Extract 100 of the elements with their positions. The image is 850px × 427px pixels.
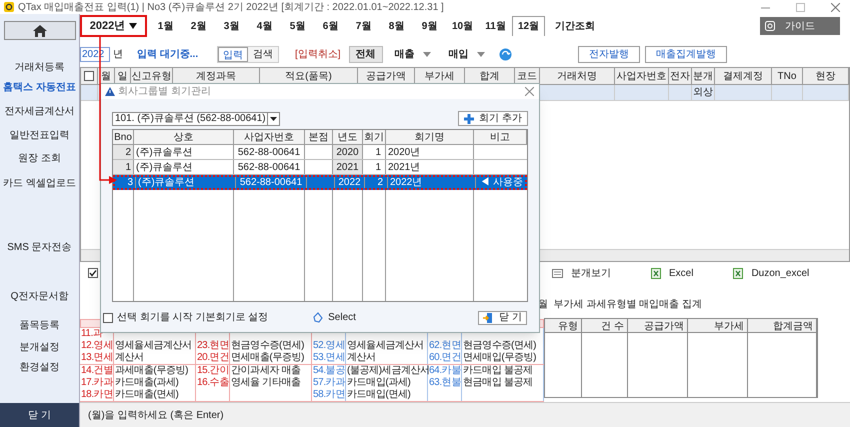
sidebar-item[interactable]: Q전자문서함: [10, 289, 68, 303]
refresh-icon: [499, 48, 512, 60]
month-tab[interactable]: 10월: [446, 16, 479, 36]
action-button[interactable]: 전자발행: [578, 46, 640, 62]
legend-code: 14.건별: [81, 365, 113, 377]
month-tab[interactable]: 12월: [512, 16, 545, 36]
mode-tab[interactable]: 입력: [218, 46, 248, 62]
view-option-button[interactable]: Excel: [651, 266, 694, 280]
legend-description: 면세매입(무증빙): [463, 352, 536, 364]
sidebar-item[interactable]: 카드 엑셀업로드: [3, 176, 76, 190]
column-header: 현장: [803, 68, 849, 84]
home-button[interactable]: [4, 21, 76, 40]
add-term-button[interactable]: 회기 추가: [458, 111, 528, 126]
guide-button[interactable]: 가이드: [760, 17, 840, 35]
table-row[interactable]: 1 (주)큐솔루션 562-88-00641 2021 1 2021년: [113, 160, 527, 175]
filter-tab[interactable]: 전체: [348, 46, 383, 62]
sidebar-item[interactable]: 일반전표입력: [10, 128, 70, 142]
legend-code: 18.카면: [81, 389, 113, 401]
sidebar-item[interactable]: 거래처등록: [14, 60, 64, 74]
month-tab[interactable]: 5월: [281, 16, 314, 36]
table-cell-text: 1: [375, 160, 381, 174]
legend-description: 과세매출(무증빙): [115, 365, 188, 377]
status-text: (월)을 입력하세요 (혹은 Enter): [88, 408, 224, 422]
table-cell-text: 1: [125, 160, 131, 174]
warning-icon: [105, 87, 115, 96]
legend-code: 60.면건: [429, 352, 461, 364]
exit-icon: [483, 312, 494, 322]
column-header: 결제계정: [715, 68, 772, 84]
legend-description: 면세매출(무증빙): [231, 352, 304, 364]
sidebar-item[interactable]: 분개설정: [20, 340, 60, 354]
legend-description: 현금영수증(면세): [231, 340, 304, 352]
month-tab[interactable]: 기간조회: [545, 16, 605, 36]
legend-description: 영세율세금계산서: [347, 340, 424, 352]
legend-description: 계산서: [347, 352, 376, 364]
status-text: 입력 대기중...: [137, 48, 200, 62]
legend-code: 23.현면: [197, 340, 229, 352]
checkbox[interactable]: [103, 312, 113, 322]
sidebar-item[interactable]: 전자세금계산서: [4, 104, 74, 118]
table-row[interactable]: 3 (주)큐솔루션 562-88-00641 2022 2 2022년 ◀ 사용중: [113, 175, 527, 190]
refresh-button[interactable]: [498, 47, 513, 61]
sidebar-item[interactable]: SMS 문자전송: [7, 240, 72, 254]
legend-description: 카드매입(면세): [347, 389, 410, 401]
legend-code: 52.영세: [313, 340, 345, 352]
table-cell-text: 2022: [338, 176, 361, 190]
sidebar-item[interactable]: 품목등록: [20, 318, 60, 332]
close-icon: [525, 87, 534, 96]
home-icon: [32, 24, 46, 36]
month-tab[interactable]: 7월: [347, 16, 380, 36]
month-tab[interactable]: 9월: [413, 16, 446, 36]
filter-tab[interactable]: 매출: [388, 46, 437, 62]
checkbox[interactable]: [84, 71, 94, 81]
month-tab[interactable]: 4월: [248, 16, 281, 36]
company-select[interactable]: 101. (주)큐솔루션 (562-88-00641): [112, 112, 280, 126]
legend-description: 카드매입 불공제: [463, 365, 533, 377]
column-header: 회기명: [386, 130, 474, 144]
table-cell-text: (주)큐솔루션: [136, 160, 193, 174]
legend-code: 57.카과: [313, 377, 345, 389]
table-cell-text: (주)큐솔루션: [138, 176, 195, 190]
legend-description: 카드매입(과세): [347, 377, 410, 389]
checkbox[interactable]: [88, 268, 98, 278]
select-button[interactable]: Select: [312, 310, 356, 325]
table-cell-text: 562-88-00641: [240, 176, 302, 190]
cancel-input-button[interactable]: [입력취소]: [295, 46, 341, 62]
month-tab[interactable]: 6월: [314, 16, 347, 36]
column-header: 합계금액: [748, 319, 816, 333]
legend-code: 20.면건: [197, 352, 229, 364]
table-cell-text: 2021: [336, 160, 359, 174]
spreadsheet-icon: [651, 268, 661, 278]
month-tab[interactable]: 1월: [149, 16, 182, 36]
guide-icon: [765, 21, 775, 31]
table-row[interactable]: 2 (주)큐솔루션 562-88-00641 2020 1 2020년: [113, 145, 527, 160]
sidebar-item[interactable]: 환경설정: [20, 360, 60, 374]
legend-description: 카드매출(과세): [115, 377, 178, 389]
year-dropdown[interactable]: 2022년: [80, 15, 147, 37]
month-tab[interactable]: 8월: [380, 16, 413, 36]
close-button[interactable]: [525, 86, 535, 96]
legend-description: 영세율 기타매출: [231, 377, 301, 389]
column-header: 본점: [305, 130, 333, 144]
mode-tab[interactable]: 검색: [248, 46, 278, 62]
view-option-button[interactable]: Duzon_excel: [733, 266, 810, 280]
month-tab[interactable]: 3월: [215, 16, 248, 36]
column-header: 부가세: [688, 319, 747, 333]
table-cell-text: 외상: [693, 86, 713, 100]
table-cell-text: 562-88-00641: [238, 146, 300, 160]
month-tab[interactable]: 2월: [182, 16, 215, 36]
view-option-button[interactable]: 분개보기: [552, 266, 611, 280]
column-header: TNo: [772, 68, 803, 84]
table-cell-text: (주)큐솔루션: [136, 146, 193, 160]
sidebar-item[interactable]: 홈택스 자동전표: [3, 80, 76, 94]
legend-code: 15.간이: [197, 365, 229, 377]
table-cell-text: 2: [125, 146, 131, 160]
close-button[interactable]: 닫 기: [478, 310, 527, 324]
action-button[interactable]: 매출집계발행: [645, 46, 727, 62]
sidebar-item[interactable]: 원장 조회: [18, 151, 61, 165]
filter-tab[interactable]: 매입: [442, 46, 491, 62]
close-button[interactable]: 닫 기: [0, 403, 79, 427]
legend-code: 53.면세: [313, 352, 345, 364]
month-tab[interactable]: 11월: [479, 16, 512, 36]
checkbox-label: 선택 회기를 시작 기본회기로 설정: [117, 311, 268, 325]
column-header: 회기: [363, 130, 386, 144]
